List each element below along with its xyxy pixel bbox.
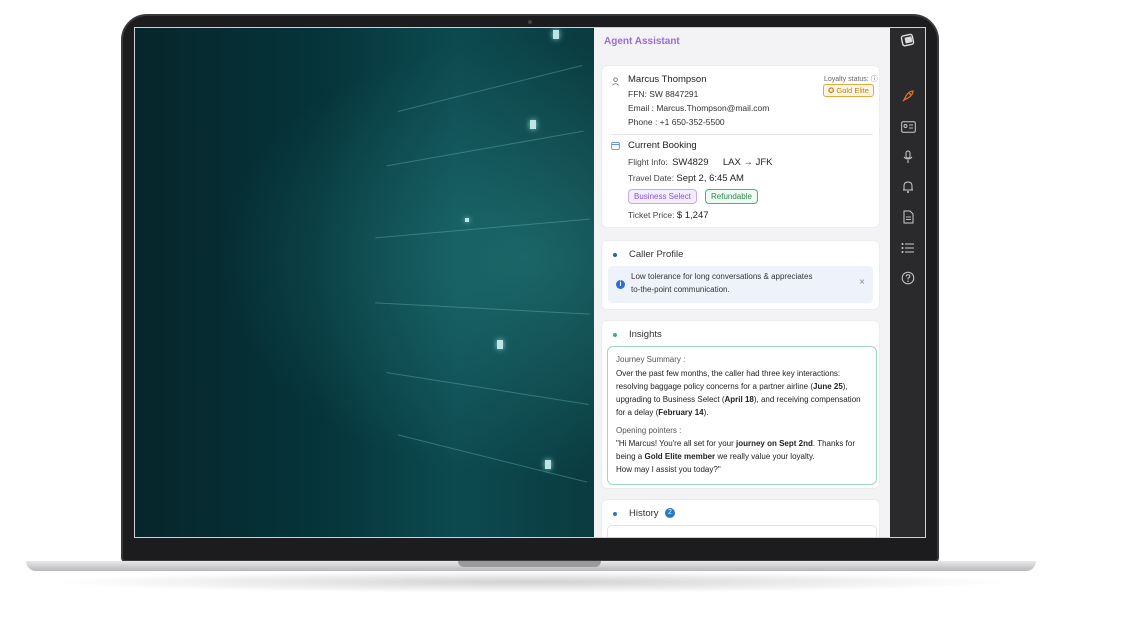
loyalty-label: Loyalty status: ⓘ	[824, 74, 878, 84]
journey-line-4: for a delay (February 14).	[616, 406, 872, 419]
journey-line-2: resolving baggage policy concerns for a …	[616, 380, 872, 393]
help-icon[interactable]	[900, 271, 916, 285]
history-item[interactable]	[607, 525, 877, 537]
laptop-notch	[458, 561, 601, 567]
insights-box: Journey Summary : Over the past few mont…	[607, 346, 877, 485]
bell-icon[interactable]	[900, 180, 916, 194]
card-divider	[610, 134, 873, 135]
laptop-screen: Agent Assistant Marcus Thompson FFN: SW …	[134, 27, 926, 538]
right-sidebar	[890, 28, 925, 537]
insights-title: Insights	[629, 329, 662, 340]
laptop-camera	[528, 20, 532, 24]
customer-name: Marcus Thompson	[628, 74, 707, 85]
matrix-light	[530, 120, 536, 129]
ticket-price: Ticket Price: $ 1,247	[628, 210, 709, 221]
flight-label: Flight Info:	[628, 157, 668, 167]
flight-info: Flight Info: SW4829 LAX → JFK	[628, 157, 773, 168]
journey-text: ), and receiving compensation	[753, 395, 861, 404]
panel-title: Agent Assistant	[604, 36, 680, 47]
journey-line-3: upgrading to Business Select (April 18),…	[616, 393, 872, 406]
info-icon: i	[616, 280, 625, 289]
customer-ffn: FFN: SW 8847291	[628, 89, 699, 99]
star-icon: ✪	[828, 86, 835, 95]
journey-text: ),	[842, 382, 848, 391]
journey-date: April 18	[724, 395, 754, 404]
price-value: $ 1,247	[676, 210, 709, 221]
matrix-light	[497, 340, 503, 349]
logo-icon[interactable]	[900, 33, 916, 47]
journey-text: for a delay (	[616, 408, 659, 417]
date-value: Sept 2, 6:45 AM	[676, 173, 744, 184]
travel-date: Travel Date: Sept 2, 6:45 AM	[628, 173, 744, 184]
opening-highlight: journey on Sept 2nd	[735, 439, 813, 448]
history-card[interactable]: History 2	[601, 499, 880, 537]
history-count-badge: 2	[665, 508, 675, 518]
insights-card: Insights Journey Summary : Over the past…	[601, 320, 880, 489]
journey-text: ).	[703, 408, 709, 417]
agent-assistant-panel: Agent Assistant Marcus Thompson FFN: SW …	[594, 28, 890, 537]
booking-title: Current Booking	[628, 140, 697, 151]
flight-route: LAX → JFK	[722, 157, 773, 168]
date-label: Travel Date:	[628, 173, 674, 183]
loyalty-badge: ✪ Gold Elite	[823, 84, 874, 97]
close-icon[interactable]: ×	[859, 277, 865, 288]
opening-line-3: How may I assist you today?"	[616, 465, 721, 474]
matrix-line	[397, 65, 583, 112]
opening-text: "Hi Marcus! You're all set for your	[616, 439, 736, 448]
journey-date: June 25	[813, 382, 843, 391]
journey-date: February 14	[658, 408, 704, 417]
matrix-light	[465, 218, 469, 222]
customer-email: Email : Marcus.Thompson@mail.com	[628, 103, 770, 113]
matrix-light	[553, 30, 559, 39]
background-data-image	[135, 28, 594, 537]
matrix-line	[375, 218, 590, 239]
rocket-icon[interactable]	[900, 89, 916, 103]
matrix-line	[397, 434, 588, 483]
section-dot	[613, 333, 617, 337]
journey-line-1: Over the past few months, the caller had…	[616, 369, 841, 378]
customer-card: Marcus Thompson FFN: SW 8847291 Email : …	[601, 65, 880, 228]
list-icon[interactable]	[900, 241, 916, 255]
journey-text: resolving baggage policy concerns for a …	[616, 382, 813, 391]
info-icon: ⓘ	[870, 76, 878, 83]
matrix-line	[386, 371, 589, 406]
opening-text: . Thanks for	[812, 439, 855, 448]
laptop-shadow	[46, 571, 1016, 593]
opening-line-1: "Hi Marcus! You're all set for your jour…	[616, 437, 872, 450]
note-line-2: to-the-point communication.	[631, 285, 730, 294]
journey-text: upgrading to Business Select (	[616, 395, 725, 404]
customer-phone: Phone : +1 650-352-5500	[628, 117, 725, 127]
history-title: History	[629, 508, 659, 519]
calendar-icon	[611, 141, 620, 150]
microphone-icon[interactable]	[900, 150, 916, 164]
caller-profile-title: Caller Profile	[629, 249, 684, 260]
opening-text: we really value your loyalty.	[715, 452, 815, 461]
refund-tag: Refundable	[705, 189, 758, 204]
document-icon[interactable]	[900, 210, 916, 224]
matrix-light	[545, 460, 551, 469]
loyalty-tier: Gold Elite	[836, 86, 869, 95]
caller-profile-note: i Low tolerance for long conversations &…	[608, 266, 873, 303]
opening-text: being a	[616, 452, 645, 461]
matrix-line	[375, 302, 590, 315]
price-label: Ticket Price:	[628, 210, 675, 220]
fare-tag: Business Select	[628, 189, 697, 204]
user-icon	[612, 77, 619, 86]
opening-line-2: being a Gold Elite member we really valu…	[616, 450, 872, 463]
note-line-1: Low tolerance for long conversations & a…	[631, 272, 813, 281]
opening-pointers-label: Opening pointers :	[616, 426, 682, 435]
matrix-line	[386, 130, 584, 167]
section-dot	[613, 512, 617, 516]
opening-highlight: Gold Elite member	[644, 452, 716, 461]
loyalty-label-text: Loyalty status:	[824, 76, 869, 83]
section-dot	[613, 253, 617, 257]
flight-number: SW4829	[672, 157, 709, 168]
id-card-icon[interactable]	[900, 120, 916, 134]
caller-profile-card: Caller Profile i Low tolerance for long …	[601, 240, 880, 310]
journey-summary-label: Journey Summary :	[616, 355, 686, 364]
